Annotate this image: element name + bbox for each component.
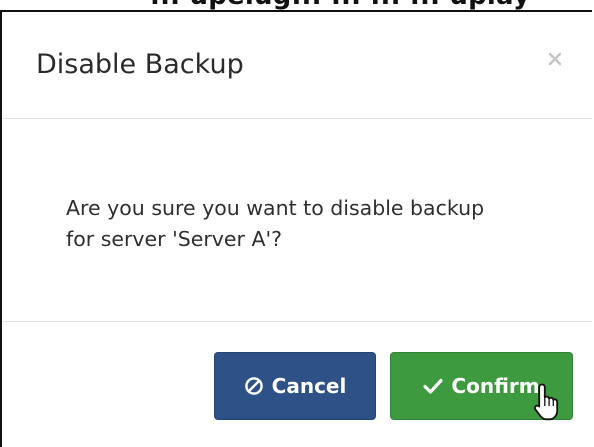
message-line-1: Are you sure you want to disable backup xyxy=(66,196,485,220)
close-button[interactable] xyxy=(542,46,568,72)
dialog-header: Disable Backup xyxy=(2,12,592,119)
confirmation-message: Are you sure you want to disable backup … xyxy=(66,193,546,255)
message-line-2: for server 'Server A'? xyxy=(66,227,283,251)
confirm-label: Confirm xyxy=(451,374,540,398)
check-icon xyxy=(423,377,444,395)
cancel-button[interactable]: Cancel xyxy=(214,352,376,420)
dialog-title: Disable Backup xyxy=(36,49,244,80)
cancel-label: Cancel xyxy=(271,374,347,398)
disable-backup-dialog: Disable Backup Are you sure you want to … xyxy=(0,10,592,447)
dialog-footer: Cancel Confirm xyxy=(2,322,592,447)
close-icon xyxy=(548,52,562,66)
ban-icon xyxy=(244,376,264,396)
dialog-body: Are you sure you want to disable backup … xyxy=(2,119,592,322)
hand-pointer-icon xyxy=(532,382,562,422)
screenshot-stage: ... upelug... ... ... ... uplay Disable … xyxy=(0,0,594,447)
